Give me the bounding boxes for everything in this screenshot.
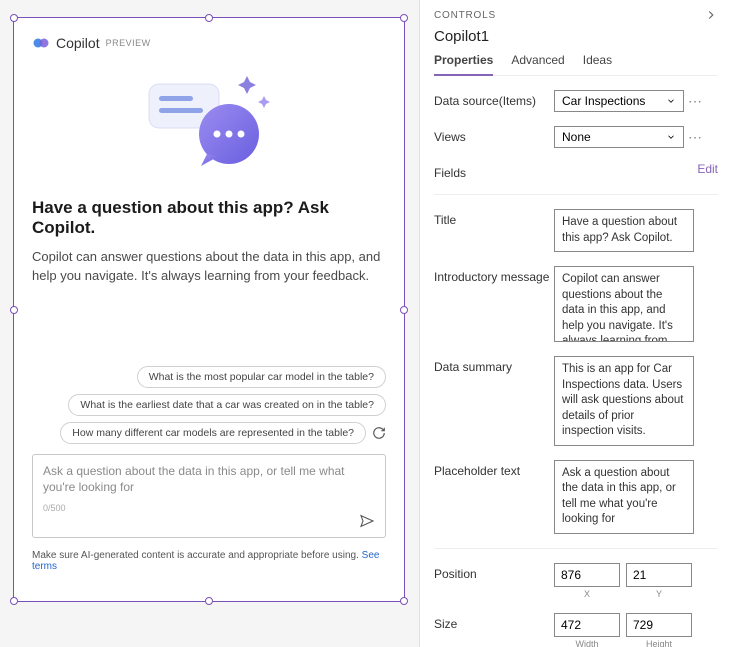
- selection-handle-ml[interactable]: [10, 306, 18, 314]
- panel-tabs: Properties Advanced Ideas: [434, 53, 718, 76]
- prop-label-title: Title: [434, 209, 554, 227]
- copilot-intro: Copilot can answer questions about the d…: [32, 248, 386, 286]
- selection-handle-mr[interactable]: [400, 306, 408, 314]
- more-options-icon[interactable]: ⋯: [688, 93, 702, 110]
- selection-handle-tl[interactable]: [10, 14, 18, 22]
- suggestion-chip[interactable]: What is the most popular car model in th…: [137, 366, 386, 388]
- hero-illustration: [32, 66, 386, 176]
- position-x-input[interactable]: [554, 563, 620, 587]
- more-options-icon[interactable]: ⋯: [688, 129, 702, 146]
- title-input[interactable]: [554, 209, 694, 252]
- chat-bubble-illustration-icon: [129, 66, 289, 176]
- y-label: Y: [626, 589, 692, 599]
- chevron-right-icon[interactable]: [704, 8, 718, 22]
- prop-label-intro: Introductory message: [434, 266, 554, 284]
- tab-ideas[interactable]: Ideas: [583, 53, 612, 75]
- selection-handle-bl[interactable]: [10, 597, 18, 605]
- ask-placeholder: Ask a question about the data in this ap…: [43, 463, 375, 497]
- prop-label-summary: Data summary: [434, 356, 554, 374]
- divider: [434, 194, 718, 195]
- prop-label-placeholder: Placeholder text: [434, 460, 554, 478]
- suggestion-chip[interactable]: What is the earliest date that a car was…: [68, 394, 386, 416]
- ask-input-box[interactable]: Ask a question about the data in this ap…: [32, 454, 386, 538]
- brand-name-label: Copilot: [56, 35, 100, 51]
- datasource-value: Car Inspections: [562, 94, 645, 108]
- selection-handle-tr[interactable]: [400, 14, 408, 22]
- tab-properties[interactable]: Properties: [434, 53, 493, 76]
- prop-label-size: Size: [434, 613, 554, 631]
- divider: [434, 548, 718, 549]
- chevron-down-icon: [666, 132, 676, 142]
- properties-panel: CONTROLS Copilot1 Properties Advanced Id…: [419, 0, 732, 647]
- copilot-brand: Copilot PREVIEW: [32, 34, 386, 52]
- views-value: None: [562, 130, 591, 144]
- copilot-title: Have a question about this app? Ask Copi…: [32, 198, 386, 238]
- prop-label-position: Position: [434, 563, 554, 581]
- suggestion-chips: What is the most popular car model in th…: [32, 366, 386, 444]
- copilot-logo-icon: [32, 34, 50, 52]
- prop-label-datasource: Data source(Items): [434, 90, 554, 108]
- size-height-input[interactable]: [626, 613, 692, 637]
- preview-badge: PREVIEW: [106, 38, 151, 48]
- suggestion-chip[interactable]: How many different car models are repres…: [60, 422, 366, 444]
- views-select[interactable]: None: [554, 126, 684, 148]
- ai-disclaimer: Make sure AI-generated content is accura…: [32, 550, 386, 572]
- width-label: Width: [554, 639, 620, 647]
- height-label: Height: [626, 639, 692, 647]
- x-label: X: [554, 589, 620, 599]
- control-name: Copilot1: [434, 28, 718, 45]
- char-counter: 0/500: [43, 503, 66, 513]
- copilot-control[interactable]: Copilot PREVIEW Have a question about th…: [13, 17, 405, 602]
- design-canvas: Copilot PREVIEW Have a question about th…: [0, 0, 419, 647]
- position-y-input[interactable]: [626, 563, 692, 587]
- disclaimer-text: Make sure AI-generated content is accura…: [32, 550, 362, 561]
- prop-label-views: Views: [434, 126, 554, 144]
- panel-header-label: CONTROLS: [434, 10, 496, 21]
- prop-label-fields: Fields: [434, 162, 554, 180]
- selection-handle-tm[interactable]: [205, 14, 213, 22]
- summary-input[interactable]: [554, 356, 694, 446]
- datasource-select[interactable]: Car Inspections: [554, 90, 684, 112]
- send-icon[interactable]: [359, 513, 375, 529]
- chevron-down-icon: [666, 96, 676, 106]
- tab-advanced[interactable]: Advanced: [511, 53, 564, 75]
- refresh-icon[interactable]: [372, 426, 386, 440]
- intro-input[interactable]: [554, 266, 694, 342]
- selection-handle-bm[interactable]: [205, 597, 213, 605]
- selection-handle-br[interactable]: [400, 597, 408, 605]
- fields-edit-link[interactable]: Edit: [697, 162, 718, 176]
- placeholder-input[interactable]: [554, 460, 694, 534]
- size-width-input[interactable]: [554, 613, 620, 637]
